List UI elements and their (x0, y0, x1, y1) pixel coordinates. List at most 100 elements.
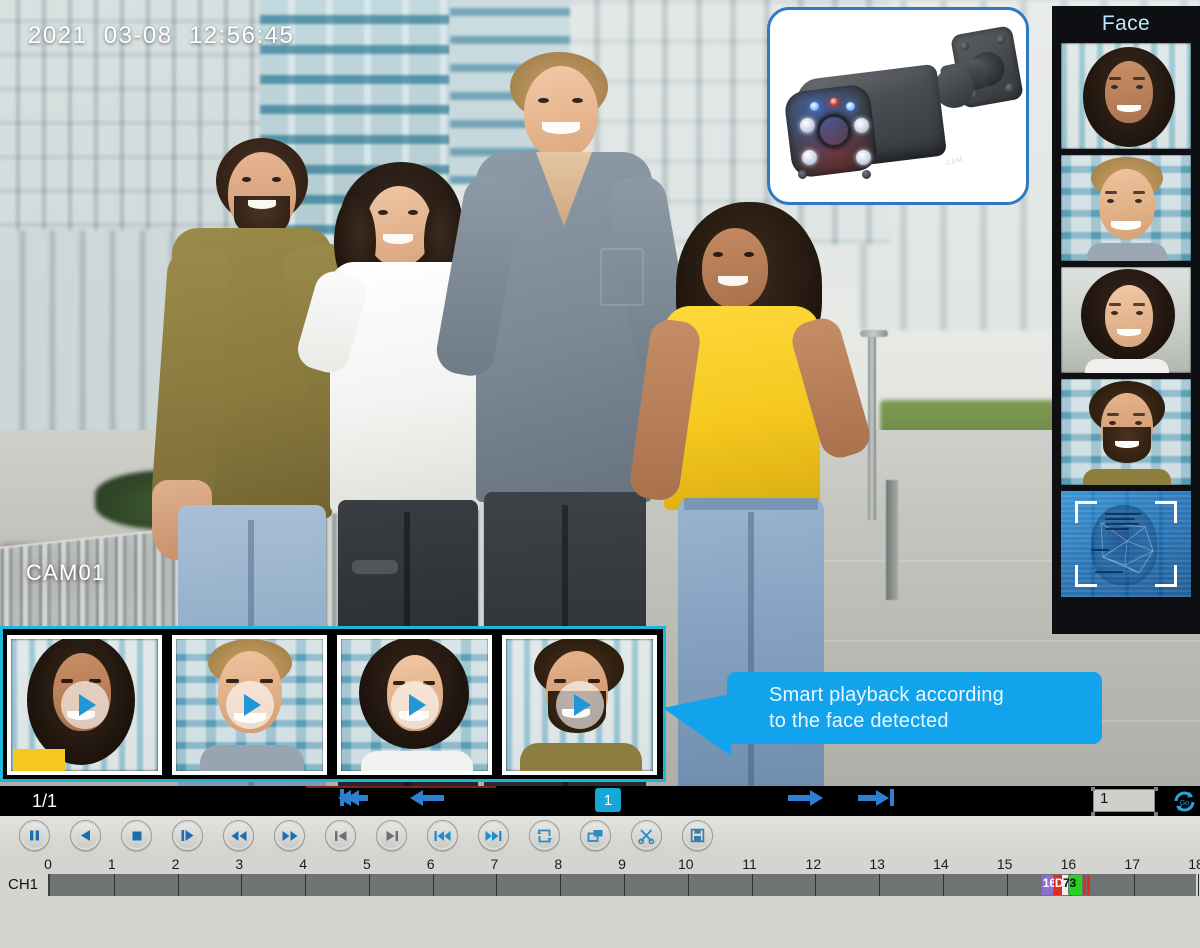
prev-frame-icon (334, 830, 346, 841)
timeline-hour-label: 6 (426, 856, 435, 872)
timeline-hour-label: 1 (107, 856, 116, 872)
fast-forward-button[interactable] (274, 820, 305, 851)
timeline-recording-segment[interactable] (1082, 875, 1086, 895)
bollard (886, 480, 898, 600)
scissors-icon (638, 828, 655, 844)
timeline-hour-label: 18 (1188, 856, 1200, 872)
play-icon[interactable] (555, 681, 604, 729)
timeline-tick (432, 874, 434, 896)
timeline-tick (751, 874, 753, 896)
street-pole-arm (860, 330, 888, 337)
list-item[interactable] (502, 635, 657, 775)
camera-ir-led-right (846, 102, 855, 111)
camera-product-image-card: CAM (767, 7, 1029, 205)
timeline-tick (815, 874, 817, 896)
recording-timeline[interactable]: 0 1 2 3 4 5 6 7 8 9 10 11 12 13 14 15 16 17 18 CH1 16 D 7 3 (0, 855, 1200, 948)
timeline-segment-label: 3 (1069, 876, 1077, 890)
video-playback-stage[interactable]: 2021 03-08 12:56:45 CAM01 CAM Face Smart… (0, 0, 1200, 786)
timeline-hour-label: 4 (299, 856, 308, 872)
loop-icon (537, 829, 552, 842)
reverse-play-button[interactable] (70, 820, 101, 851)
prev-file-button[interactable] (427, 820, 458, 851)
pagination-bar: 1/1 1 1 Go (0, 786, 1200, 816)
timeline-hour-label: 2 (171, 856, 180, 872)
timeline-tick (879, 874, 881, 896)
timeline-hour-label: 11 (742, 856, 757, 872)
page-number-input[interactable]: 1 (1093, 789, 1155, 812)
skip-forward-icon (485, 830, 502, 841)
camera-led-1 (800, 118, 815, 133)
play-icon[interactable] (390, 681, 439, 729)
fast-forward-icon (282, 830, 297, 841)
skip-back-icon (434, 830, 451, 841)
timeline-tick (305, 874, 307, 896)
prev-frame-button[interactable] (325, 820, 356, 851)
play-icon[interactable] (225, 681, 274, 729)
save-button[interactable] (682, 820, 713, 851)
timeline-tick (177, 874, 179, 896)
timeline-track[interactable]: 16 D 7 3 (48, 874, 1199, 896)
timeline-tick (368, 874, 370, 896)
callout-line-2: to the face detected (769, 710, 949, 732)
camera-brand-text: CAM (945, 156, 964, 168)
camera-led-4 (856, 150, 871, 165)
face-detection-panel: Face (1052, 6, 1200, 634)
camera-status-led-red (830, 98, 838, 106)
loop-button[interactable] (529, 820, 560, 851)
camera-led-3 (802, 150, 817, 165)
timeline-tick (687, 874, 689, 896)
timeline-tick (113, 874, 115, 896)
face-thumb-man-blond[interactable] (1061, 155, 1191, 261)
stop-icon (132, 831, 141, 840)
clip-button[interactable] (580, 820, 611, 851)
camera-led-2 (854, 118, 869, 133)
timeline-hour-labels: 0 1 2 3 4 5 6 7 8 9 10 11 12 13 14 15 16 17 18 (0, 855, 1200, 873)
current-page-indicator[interactable]: 1 (595, 788, 621, 812)
timeline-recording-segment[interactable] (1087, 875, 1091, 895)
play-slow-icon (181, 830, 194, 841)
timeline-hour-label: 8 (554, 856, 563, 872)
timeline-hour-label: 15 (996, 856, 1013, 872)
face-playback-thumbnail-strip[interactable] (0, 626, 666, 782)
timeline-tick (624, 874, 625, 896)
timeline-hour-label: 7 (490, 856, 499, 872)
street-pole-right (868, 330, 876, 520)
playback-progress-line[interactable] (306, 786, 496, 788)
rewind-button[interactable] (223, 820, 254, 851)
timeline-tick (241, 874, 243, 896)
rewind-icon (231, 830, 246, 841)
camera-channel-label: CAM01 (26, 560, 106, 585)
slow-forward-button[interactable] (172, 820, 203, 851)
face-thumb-woman-curly[interactable] (1061, 43, 1191, 149)
go-button[interactable]: Go (1172, 789, 1197, 814)
cut-button[interactable] (631, 820, 662, 851)
copy-clip-icon (587, 830, 603, 842)
face-thumb-biometric[interactable] (1061, 491, 1191, 597)
page-fraction-label: 1/1 (32, 791, 58, 811)
go-label: Go (1180, 800, 1189, 807)
list-item[interactable] (172, 635, 327, 775)
face-panel-title: Face (1101, 12, 1151, 35)
next-file-button[interactable] (478, 820, 509, 851)
next-frame-button[interactable] (376, 820, 407, 851)
callout-tail (663, 694, 731, 756)
play-icon[interactable] (60, 681, 109, 729)
pause-icon (30, 830, 39, 841)
timeline-tick (1006, 874, 1008, 896)
pause-button[interactable] (19, 820, 50, 851)
face-thumb-man-beard[interactable] (1061, 379, 1191, 485)
playback-control-bar (0, 816, 1200, 855)
timeline-tick (1134, 874, 1136, 896)
pavement-seam-2 (760, 640, 1200, 642)
camera-ir-led-left (810, 102, 819, 111)
floppy-save-icon (690, 828, 705, 843)
list-item[interactable] (337, 635, 492, 775)
timeline-hour-label: 10 (677, 856, 694, 872)
timeline-tick (496, 874, 498, 896)
callout-bubble: Smart playback according to the face det… (727, 672, 1102, 744)
list-item[interactable] (7, 635, 162, 775)
face-thumb-woman-dark[interactable] (1061, 267, 1191, 373)
stop-button[interactable] (121, 820, 152, 851)
timeline-hour-label: 13 (869, 856, 885, 872)
timeline-hour-label: 16 (1060, 856, 1077, 872)
